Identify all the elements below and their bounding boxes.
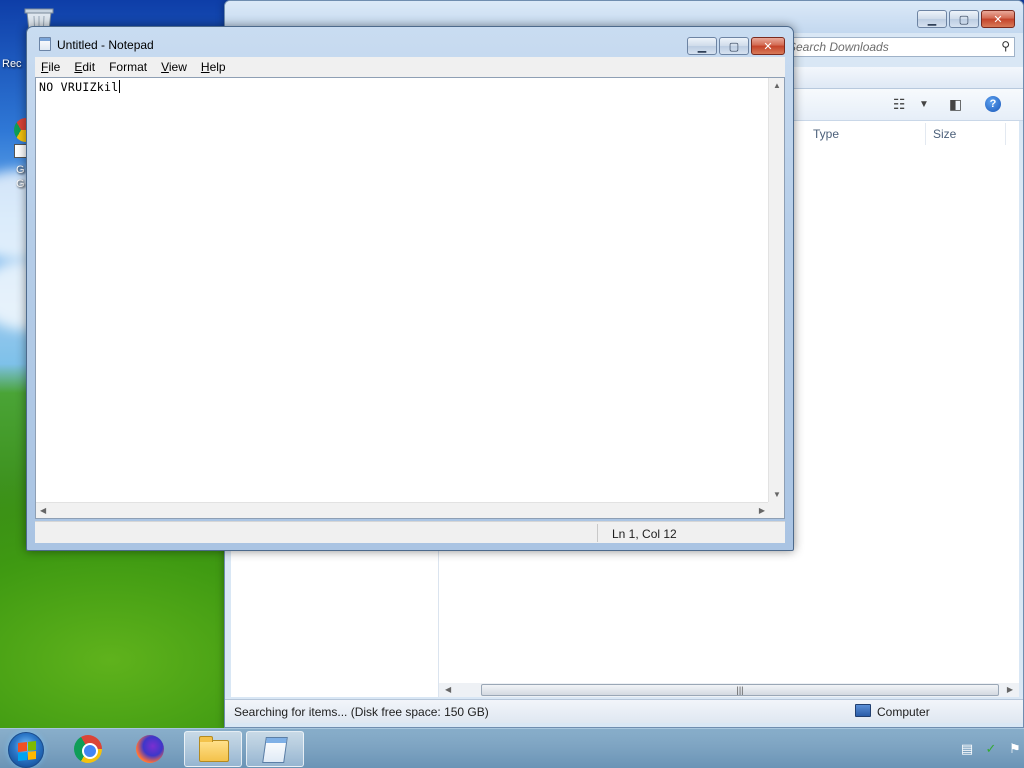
taskbar-explorer-button[interactable] [184, 731, 242, 767]
view-options-icon[interactable]: ☷ [893, 96, 906, 113]
taskbar-firefox-button[interactable] [121, 731, 179, 767]
column-header-size[interactable]: Size [933, 127, 956, 141]
explorer-location-label: Computer [877, 705, 930, 719]
notepad-minimize-button[interactable]: ▁ [687, 37, 717, 55]
scroll-up-icon[interactable]: ▲ [773, 81, 781, 90]
notepad-vertical-scrollbar[interactable]: ▲ ▼ [768, 78, 784, 502]
notepad-caption-buttons: ▁ ▢ ✕ [687, 37, 785, 55]
folder-icon [199, 736, 229, 762]
scrollbar-corner [768, 502, 784, 518]
action-center-icon[interactable]: ▤ [960, 741, 974, 757]
search-icon[interactable]: ⚲ [1001, 39, 1010, 53]
notepad-text-content[interactable]: NO VRUIZkil [39, 80, 121, 94]
scroll-thumb[interactable]: ||| [481, 684, 999, 696]
explorer-caption-buttons: ▁ ▢ ✕ [917, 10, 1015, 28]
flag-icon[interactable]: ⚑ [1008, 741, 1022, 757]
column-separator[interactable] [925, 123, 926, 145]
help-icon[interactable]: ? [985, 96, 1001, 112]
firefox-icon [136, 735, 164, 763]
notepad-title: Untitled - Notepad [57, 38, 154, 52]
explorer-search-placeholder: Search Downloads [788, 40, 889, 54]
view-dropdown-icon[interactable]: ▼ [919, 99, 929, 110]
explorer-search-input[interactable]: Search Downloads ⚲ [783, 37, 1015, 57]
cursor-position: Ln 1, Col 12 [612, 527, 677, 541]
notepad-horizontal-scrollbar[interactable]: ◀ ▶ [36, 502, 769, 518]
notepad-window[interactable]: Untitled - Notepad ▁ ▢ ✕ File Edit Forma… [26, 26, 794, 551]
notepad-text: NO VRUIZkil [39, 80, 119, 94]
chrome-icon [74, 735, 102, 763]
start-button[interactable] [8, 732, 44, 768]
scroll-right-icon[interactable]: ▶ [759, 506, 765, 515]
menu-format[interactable]: Format [102, 60, 154, 74]
menu-edit[interactable]: Edit [67, 60, 102, 74]
column-header-type[interactable]: Type [813, 127, 839, 141]
explorer-close-button[interactable]: ✕ [981, 10, 1015, 28]
notepad-icon [262, 737, 288, 763]
menu-view[interactable]: View [154, 60, 194, 74]
menu-help[interactable]: Help [194, 60, 233, 74]
scroll-left-icon[interactable]: ◀ [445, 685, 451, 694]
scroll-left-icon[interactable]: ◀ [40, 506, 46, 515]
explorer-status-text: Searching for items... (Disk free space:… [234, 705, 489, 719]
explorer-status-bar: Searching for items... (Disk free space:… [225, 699, 1023, 723]
explorer-horizontal-scrollbar[interactable]: ◀ ||| ▶ [439, 683, 1019, 697]
scroll-right-icon[interactable]: ▶ [1007, 685, 1013, 694]
taskbar-notepad-button[interactable] [246, 731, 304, 767]
notepad-close-button[interactable]: ✕ [751, 37, 785, 55]
notepad-menu-bar: File Edit Format View Help [35, 57, 785, 77]
windows-logo-icon [18, 741, 36, 761]
explorer-minimize-button[interactable]: ▁ [917, 10, 947, 28]
column-separator[interactable] [1005, 123, 1006, 145]
notepad-status-bar: Ln 1, Col 12 [35, 521, 785, 543]
explorer-maximize-button[interactable]: ▢ [949, 10, 979, 28]
notepad-text-area[interactable]: NO VRUIZkil ▲ ▼ ◀ ▶ [35, 77, 785, 519]
computer-icon [855, 704, 871, 717]
taskbar-chrome-button[interactable] [59, 731, 117, 767]
notepad-app-icon[interactable] [39, 37, 51, 51]
notepad-maximize-button[interactable]: ▢ [719, 37, 749, 55]
scroll-down-icon[interactable]: ▼ [773, 490, 781, 499]
network-icon[interactable]: ✓ [984, 741, 998, 757]
taskbar: ▤ ✓ ⚑ [0, 728, 1024, 768]
system-tray: ▤ ✓ ⚑ [924, 729, 1024, 768]
scroll-grip: ||| [736, 685, 744, 695]
text-caret [119, 80, 121, 93]
menu-file[interactable]: File [35, 60, 67, 74]
preview-pane-icon[interactable]: ◧ [949, 96, 962, 113]
status-divider [597, 524, 598, 542]
notepad-title-bar[interactable]: Untitled - Notepad [27, 27, 793, 57]
